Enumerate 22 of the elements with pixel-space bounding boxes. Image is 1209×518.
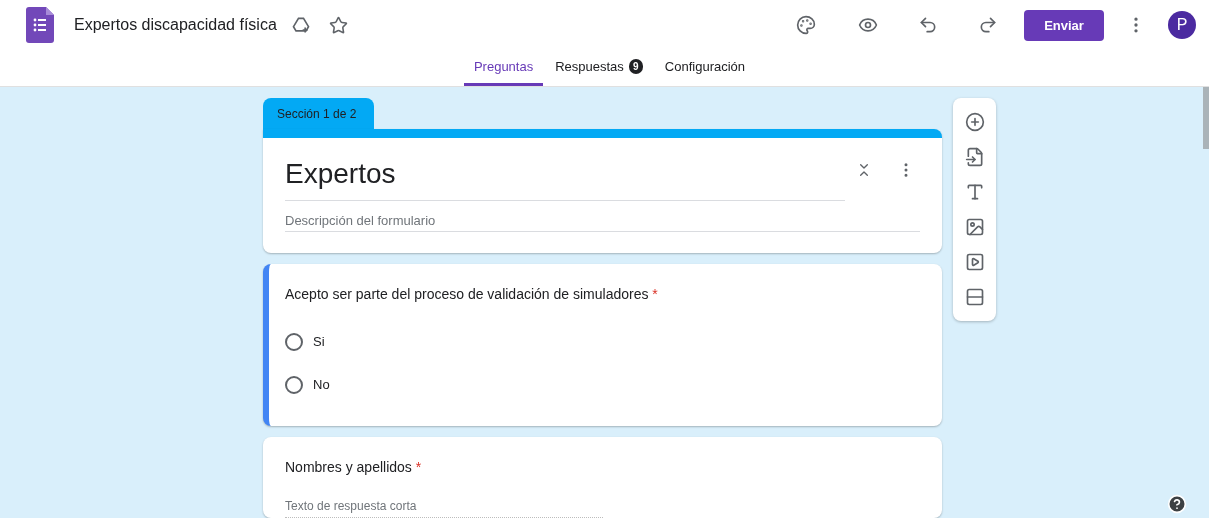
radio-button[interactable] [285,332,303,351]
radio-button[interactable] [285,375,303,394]
send-button[interactable]: Enviar [1024,9,1104,41]
short-answer-field: Texto de respuesta corta [285,493,603,518]
tab[interactable]: Preguntas [463,50,544,86]
scrollbar-thumb[interactable] [1203,87,1209,149]
question-title: Nombres y apellidos * [285,458,423,477]
forms-logo-icon [26,7,54,43]
question-title: Acepto ser parte del proceso de validación de simuladores * [285,285,659,304]
description-field[interactable]: Descripción del formulario [285,201,920,232]
user-avatar[interactable]: P [1168,11,1196,39]
required-mark: * [415,459,422,475]
form-title[interactable]: Expertos [285,138,845,201]
tab[interactable]: Respuestas 9 [545,50,653,86]
count-badge: 9 [628,59,643,74]
document-title[interactable]: Expertos discapacidad física [74,16,277,34]
tab[interactable]: Configuración [654,50,756,86]
option-label: Si [313,334,325,349]
required-mark: * [652,286,658,302]
question-card[interactable]: Acepto ser parte del proceso de validación de simuladores * Si No [263,264,942,426]
option-label: No [313,377,330,392]
question-card[interactable]: Nombres y apellidos * Texto de respuesta corta [263,437,942,518]
